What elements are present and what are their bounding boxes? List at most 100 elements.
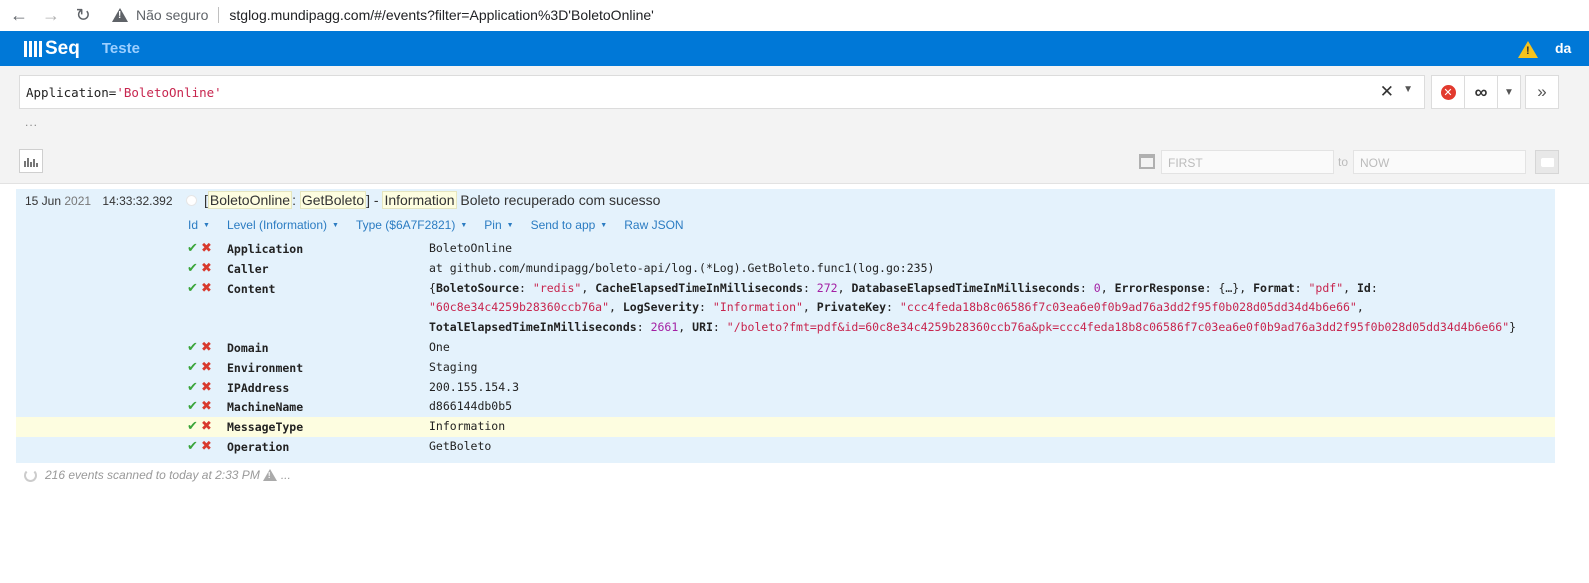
send-to-app-menu[interactable]: Send to app ▼ [531,218,608,232]
event-properties: ✔ ✖ Application BoletoOnline ✔ ✖ Caller at… [16,239,1555,457]
include-check-icon[interactable]: ✔ [187,241,198,256]
property-row: ✔ ✖ MachineName d866144db0b5 [16,397,1555,417]
json-key: URI [692,320,713,335]
property-value: at github.com/mundipagg/boleto-api/log.(… [429,260,935,275]
address-bar[interactable]: Não seguro stglog.mundipagg.com/#/events… [112,7,654,23]
content-json-value: {BoletoSource: "redis", CacheElapsedTime… [429,280,1517,335]
reload-icon[interactable]: ↻ [70,2,96,28]
msg-operation[interactable]: GetBoleto [299,191,367,209]
raw-json-link[interactable]: Raw JSON [624,218,683,232]
property-value: BoletoOnline [429,241,513,255]
seq-logo-icon [24,40,42,57]
loading-spinner-icon [24,468,37,482]
property-row: ✔ ✖ IPAddress 200.155.154.3 [16,378,1555,398]
property-name[interactable]: Domain [227,341,269,355]
action-label: Id [188,218,199,232]
caret-down-icon: ▼ [600,222,608,229]
history-dropdown-icon[interactable]: ▼ [1403,84,1413,95]
error-icon: ✕ [1440,84,1456,100]
backspace-icon [1540,157,1554,167]
property-name[interactable]: Application [227,242,303,256]
date-to-input[interactable]: NOW [1353,150,1526,174]
include-check-icon[interactable]: ✔ [187,399,198,414]
user-menu[interactable]: da [1555,40,1571,56]
include-check-icon[interactable]: ✔ [187,261,198,276]
type-menu[interactable]: Type ($6A7F2821) ▼ [356,218,467,232]
exclude-cross-icon[interactable]: ✖ [201,439,212,454]
property-value: One [429,339,450,354]
level-menu[interactable]: Level (Information) ▼ [227,218,339,232]
chart-toggle-button[interactable] [19,149,43,173]
property-name[interactable]: MachineName [227,400,303,414]
property-name[interactable]: Content [227,282,275,296]
json-key: PrivateKey [816,300,887,315]
exclude-cross-icon[interactable]: ✖ [201,261,212,276]
exclude-cross-icon[interactable]: ✖ [201,360,212,375]
filter-query[interactable]: Application='BoletoOnline' [26,85,222,100]
include-check-icon[interactable]: ✔ [187,281,198,296]
exclude-cross-icon[interactable]: ✖ [201,340,212,355]
event-year: 2021 [64,194,92,208]
exclude-cross-icon[interactable]: ✖ [201,419,212,434]
json-key: BoletoSource [435,280,520,295]
tail-button[interactable]: ∞ [1465,76,1498,108]
workspace-name[interactable]: Teste [102,40,140,57]
msg-separator: ] - [366,192,383,208]
caret-down-icon: ▼ [203,222,210,229]
property-name[interactable]: MessageType [227,420,303,434]
url-text[interactable]: stglog.mundipagg.com/#/events?filter=App… [229,7,653,23]
json-key: Id [1356,280,1371,295]
json-string: "60c8e34c4259b28360ccb76a" [429,300,610,315]
not-secure-label: Não seguro [136,7,209,23]
event-row[interactable]: 15 Jun 2021 14:33:32.392 [BoletoOnline: … [16,189,1555,463]
errors-signal-button[interactable]: ✕ [1432,76,1465,108]
event-actions: Id ▼ Level (Information) ▼ Type ($6A7F2821… [188,218,684,232]
clear-date-button[interactable] [1535,150,1559,174]
property-value: Staging [429,359,478,374]
property-name[interactable]: IPAddress [227,381,289,395]
json-string: "/boleto?fmt=pdf&id=60c8e34c4259b28360cc… [726,320,1510,335]
property-name[interactable]: Operation [227,440,289,454]
json-string: "ccc4feda18b8c06586f7c03ea6e0f0b9ad76a3d… [899,300,1357,315]
include-check-icon[interactable]: ✔ [187,439,198,454]
property-name[interactable]: Environment [227,361,303,375]
id-menu[interactable]: Id ▼ [188,218,210,232]
pin-menu[interactable]: Pin ▼ [484,218,513,232]
exclude-cross-icon[interactable]: ✖ [201,380,212,395]
not-secure-warning-icon [112,8,128,22]
back-arrow-icon[interactable]: ← [6,2,32,28]
exclude-cross-icon[interactable]: ✖ [201,241,212,256]
seq-logo[interactable]: Seq [24,38,80,60]
json-number: 0 [1093,280,1101,295]
property-value: 200.155.154.3 [429,379,520,394]
msg-level[interactable]: Information [382,191,457,209]
json-collapsed-object[interactable]: {…} [1218,281,1239,295]
warning-icon[interactable] [1518,41,1538,58]
forward-arrow-icon[interactable]: → [38,2,64,28]
msg-application[interactable]: BoletoOnline [207,191,293,209]
filter-input[interactable]: Application='BoletoOnline' ✕ ▼ [19,75,1425,109]
caret-down-icon: ▼ [506,222,514,229]
event-message[interactable]: [BoletoOnline: GetBoleto] - Information … [204,191,660,209]
exclude-cross-icon[interactable]: ✖ [201,399,212,414]
json-key: DatabaseElapsedTimeInMilliseconds [851,280,1080,295]
expand-sidebar-button[interactable]: » [1525,75,1559,109]
more-options[interactable]: ... [25,115,38,129]
scan-more[interactable]: ... [281,468,291,482]
property-value: d866144db0b5 [429,399,513,414]
clear-filter-icon[interactable]: ✕ [1380,82,1394,102]
include-check-icon[interactable]: ✔ [187,360,198,375]
include-check-icon[interactable]: ✔ [187,340,198,355]
tail-options-button[interactable]: ▼ [1498,76,1520,108]
include-check-icon[interactable]: ✔ [187,419,198,434]
property-name[interactable]: Caller [227,262,269,276]
caret-down-icon: ▼ [460,222,468,229]
date-from-input[interactable]: FIRST [1161,150,1334,174]
include-check-icon[interactable]: ✔ [187,380,198,395]
json-key: ErrorResponse [1114,280,1205,295]
exclude-cross-icon[interactable]: ✖ [201,281,212,296]
scan-warning-icon[interactable] [262,469,277,481]
query-value: 'BoletoOnline' [116,84,222,100]
calendar-icon[interactable] [1139,154,1155,169]
event-time: 14:33:32.392 [102,194,173,208]
